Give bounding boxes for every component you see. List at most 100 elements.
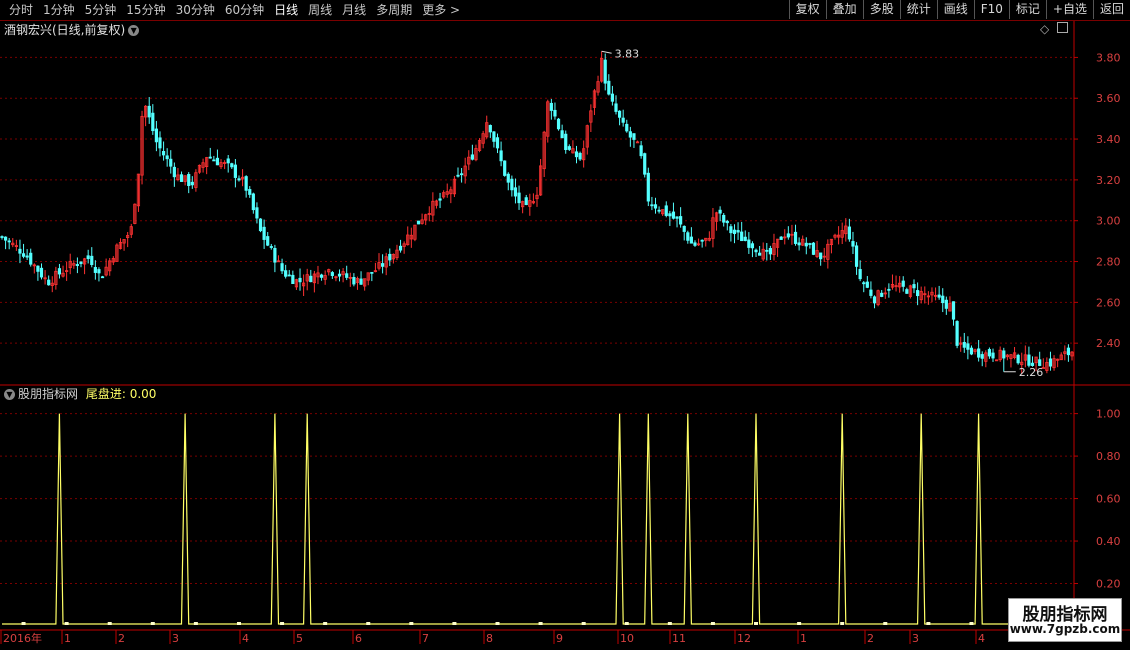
candle-body [542,131,546,170]
candle-body [1034,356,1038,364]
period-tab-9[interactable]: 多周期 [371,2,417,18]
candle-body [635,141,640,144]
candle-body [923,293,927,296]
candle-body [93,267,97,273]
candle-body [187,174,191,186]
candle-body [574,151,579,158]
chevron-down-icon[interactable]: ▼ [4,389,15,400]
candle-body [424,214,428,221]
candle-body [197,164,202,173]
action-button-0[interactable]: 复权 [788,0,826,19]
time-tick-label: 12 [737,632,751,645]
baseline-marker [754,622,759,625]
candle-body [901,280,905,287]
candle-body [352,277,356,285]
candle-body [223,162,227,164]
candle-body [808,243,812,245]
candle-body [707,237,711,241]
candle-body [984,352,988,362]
period-tab-0[interactable]: 分时 [4,2,38,18]
candle-body [600,58,604,82]
action-button-4[interactable]: 画线 [936,0,974,19]
action-button-7[interactable]: +自选 [1045,0,1093,19]
candle-body [25,255,29,258]
period-tab-2[interactable]: 5分钟 [80,2,122,18]
candle-body [951,301,956,320]
period-tab-4[interactable]: 30分钟 [171,2,220,18]
action-button-5[interactable]: F10 [973,0,1009,19]
candle-body [7,240,11,243]
diamond-icon[interactable]: ◇ [1040,22,1049,36]
price-tick-label: 2.80 [1096,256,1121,269]
period-tab-5[interactable]: 60分钟 [220,2,269,18]
candle-body [355,278,360,283]
price-tick-label: 3.60 [1096,92,1121,105]
candle-body [377,262,381,269]
candle-body [657,209,661,212]
candle-body [402,243,406,247]
period-tab-1[interactable]: 1分钟 [38,2,80,18]
candle-body [837,234,841,238]
indicator-label: 尾盘进: [85,387,130,401]
time-tick-label: 3 [912,632,919,645]
action-button-2[interactable]: 多股 [862,0,900,19]
candle-body [617,110,622,118]
time-tick-label: 9 [556,632,563,645]
baseline-marker [710,622,715,625]
chevron-down-icon[interactable]: ▼ [128,25,140,36]
candle-body [366,272,370,281]
candle-body [786,233,790,238]
baseline-marker [667,622,672,625]
candle-body [955,321,959,346]
candle-body [32,264,36,267]
candle-body [276,260,281,263]
candle-body [172,166,176,178]
action-button-8[interactable]: 返回 [1092,0,1130,19]
candle-body [284,270,288,277]
candle-body [72,263,76,266]
candle-body [531,201,536,204]
candle-body [510,178,514,191]
candle-body [50,282,54,286]
candle-body [219,162,223,168]
candle-body [302,282,306,287]
period-tab-10[interactable]: 更多 > [417,2,465,18]
candle-body [959,342,963,345]
action-button-3[interactable]: 统计 [899,0,937,19]
period-tab-8[interactable]: 月线 [337,2,371,18]
indicator-tick-label: 1.00 [1096,408,1121,421]
candle-body [140,115,144,176]
period-tab-6[interactable]: 日线 [269,2,303,18]
candle-body [854,245,859,267]
candle-body [395,249,399,259]
candle-body [639,145,643,157]
candle-body [718,209,722,214]
candle-body [556,118,561,130]
candle-body [700,239,704,242]
action-button-1[interactable]: 叠加 [825,0,863,19]
candle-body [291,274,295,285]
candle-body [560,130,564,139]
indicator-value: 0.00 [129,387,157,401]
candle-body [653,204,658,209]
period-tab-3[interactable]: 15分钟 [121,2,170,18]
action-button-6[interactable]: 标记 [1008,0,1046,19]
candle-body [973,349,977,352]
period-tab-7[interactable]: 周线 [303,2,337,18]
candle-body [251,193,255,211]
candle-body [916,290,920,297]
candle-body [930,291,934,296]
candle-body [208,156,212,159]
candle-body [68,260,72,269]
candle-body [729,226,733,234]
candle-body [991,352,995,359]
chart-canvas[interactable]: 2.40 2.60 2.80 3.00 3.20 3.40 3.60 3.80 0.20 0.40… [0,0,1130,650]
candle-body [1041,367,1045,369]
candle-body [671,211,676,219]
candle-body [398,245,403,251]
candle-body [887,288,891,291]
candle-body [154,128,158,143]
maximize-icon[interactable] [1057,22,1069,33]
candle-body [61,272,65,277]
candle-body [919,291,923,301]
